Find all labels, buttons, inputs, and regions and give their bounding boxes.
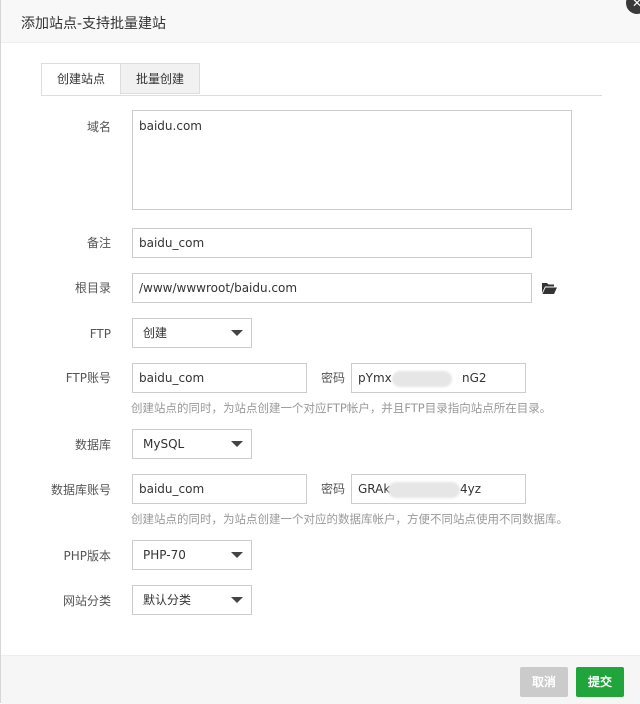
root-dir-input[interactable] [132,273,532,303]
dialog-titlebar: 添加站点-支持批量建站 ✕ [1,0,640,43]
db-password-end: 4yz [460,482,482,496]
tab-bar: 创建站点 批量创建 [41,63,602,96]
ftp-hint: 创建站点的同时，为站点创建一个对应FTP帐户，并且FTP目录指向站点所在目录。 [131,401,552,415]
db-password-input[interactable]: GRAk 4yz [351,474,526,504]
db-username-input[interactable] [132,474,307,504]
php-version-label: PHP版本 [63,549,112,563]
db-password-label: 密码 [321,482,346,496]
caret-down-icon [231,330,243,336]
php-version-select[interactable]: PHP-70 [132,540,252,570]
caret-down-icon [231,597,243,603]
ftp-password-start: pYmx [358,371,392,385]
add-site-dialog: 添加站点-支持批量建站 ✕ 创建站点 批量创建 域名 baidu.com 备注 … [0,0,640,704]
domain-label: 域名 [86,120,111,134]
caret-down-icon [231,552,243,558]
database-select-value: MySQL [143,437,185,451]
php-version-value: PHP-70 [143,548,186,562]
dialog-footer: 取消 提交 [1,655,640,704]
database-select[interactable]: MySQL [132,429,252,459]
ftp-select-value: 创建 [143,326,168,340]
db-hint: 创建站点的同时，为站点创建一个对应的数据库帐户，方便不同站点使用不同数据库。 [131,512,568,526]
root-dir-label: 根目录 [74,281,111,295]
password-redaction [388,482,460,498]
ftp-username-input[interactable] [132,363,307,393]
domain-textarea[interactable]: baidu.com [132,110,572,210]
db-password-start: GRAk [358,482,391,496]
db-account-label: 数据库账号 [50,483,111,497]
site-category-select[interactable]: 默认分类 [132,585,252,615]
tab-batch-create[interactable]: 批量创建 [121,63,200,94]
site-category-label: 网站分类 [62,594,111,608]
remark-label: 备注 [86,236,111,250]
ftp-select[interactable]: 创建 [132,318,252,348]
submit-button[interactable]: 提交 [576,667,624,697]
site-category-value: 默认分类 [143,593,192,607]
tab-create-site[interactable]: 创建站点 [41,63,121,95]
cancel-button[interactable]: 取消 [520,667,568,697]
password-redaction [392,371,452,387]
ftp-password-input[interactable]: pYmx nG2 [351,363,526,393]
database-label: 数据库 [74,438,111,452]
remark-input[interactable] [132,228,532,258]
ftp-password-end: nG2 [462,371,487,385]
ftp-label: FTP [89,327,111,341]
ftp-account-label: FTP账号 [65,371,111,385]
ftp-password-label: 密码 [321,371,346,385]
folder-open-icon[interactable] [541,281,557,295]
caret-down-icon [231,441,243,447]
close-icon[interactable]: ✕ [626,0,640,14]
dialog-title: 添加站点-支持批量建站 [21,16,167,32]
